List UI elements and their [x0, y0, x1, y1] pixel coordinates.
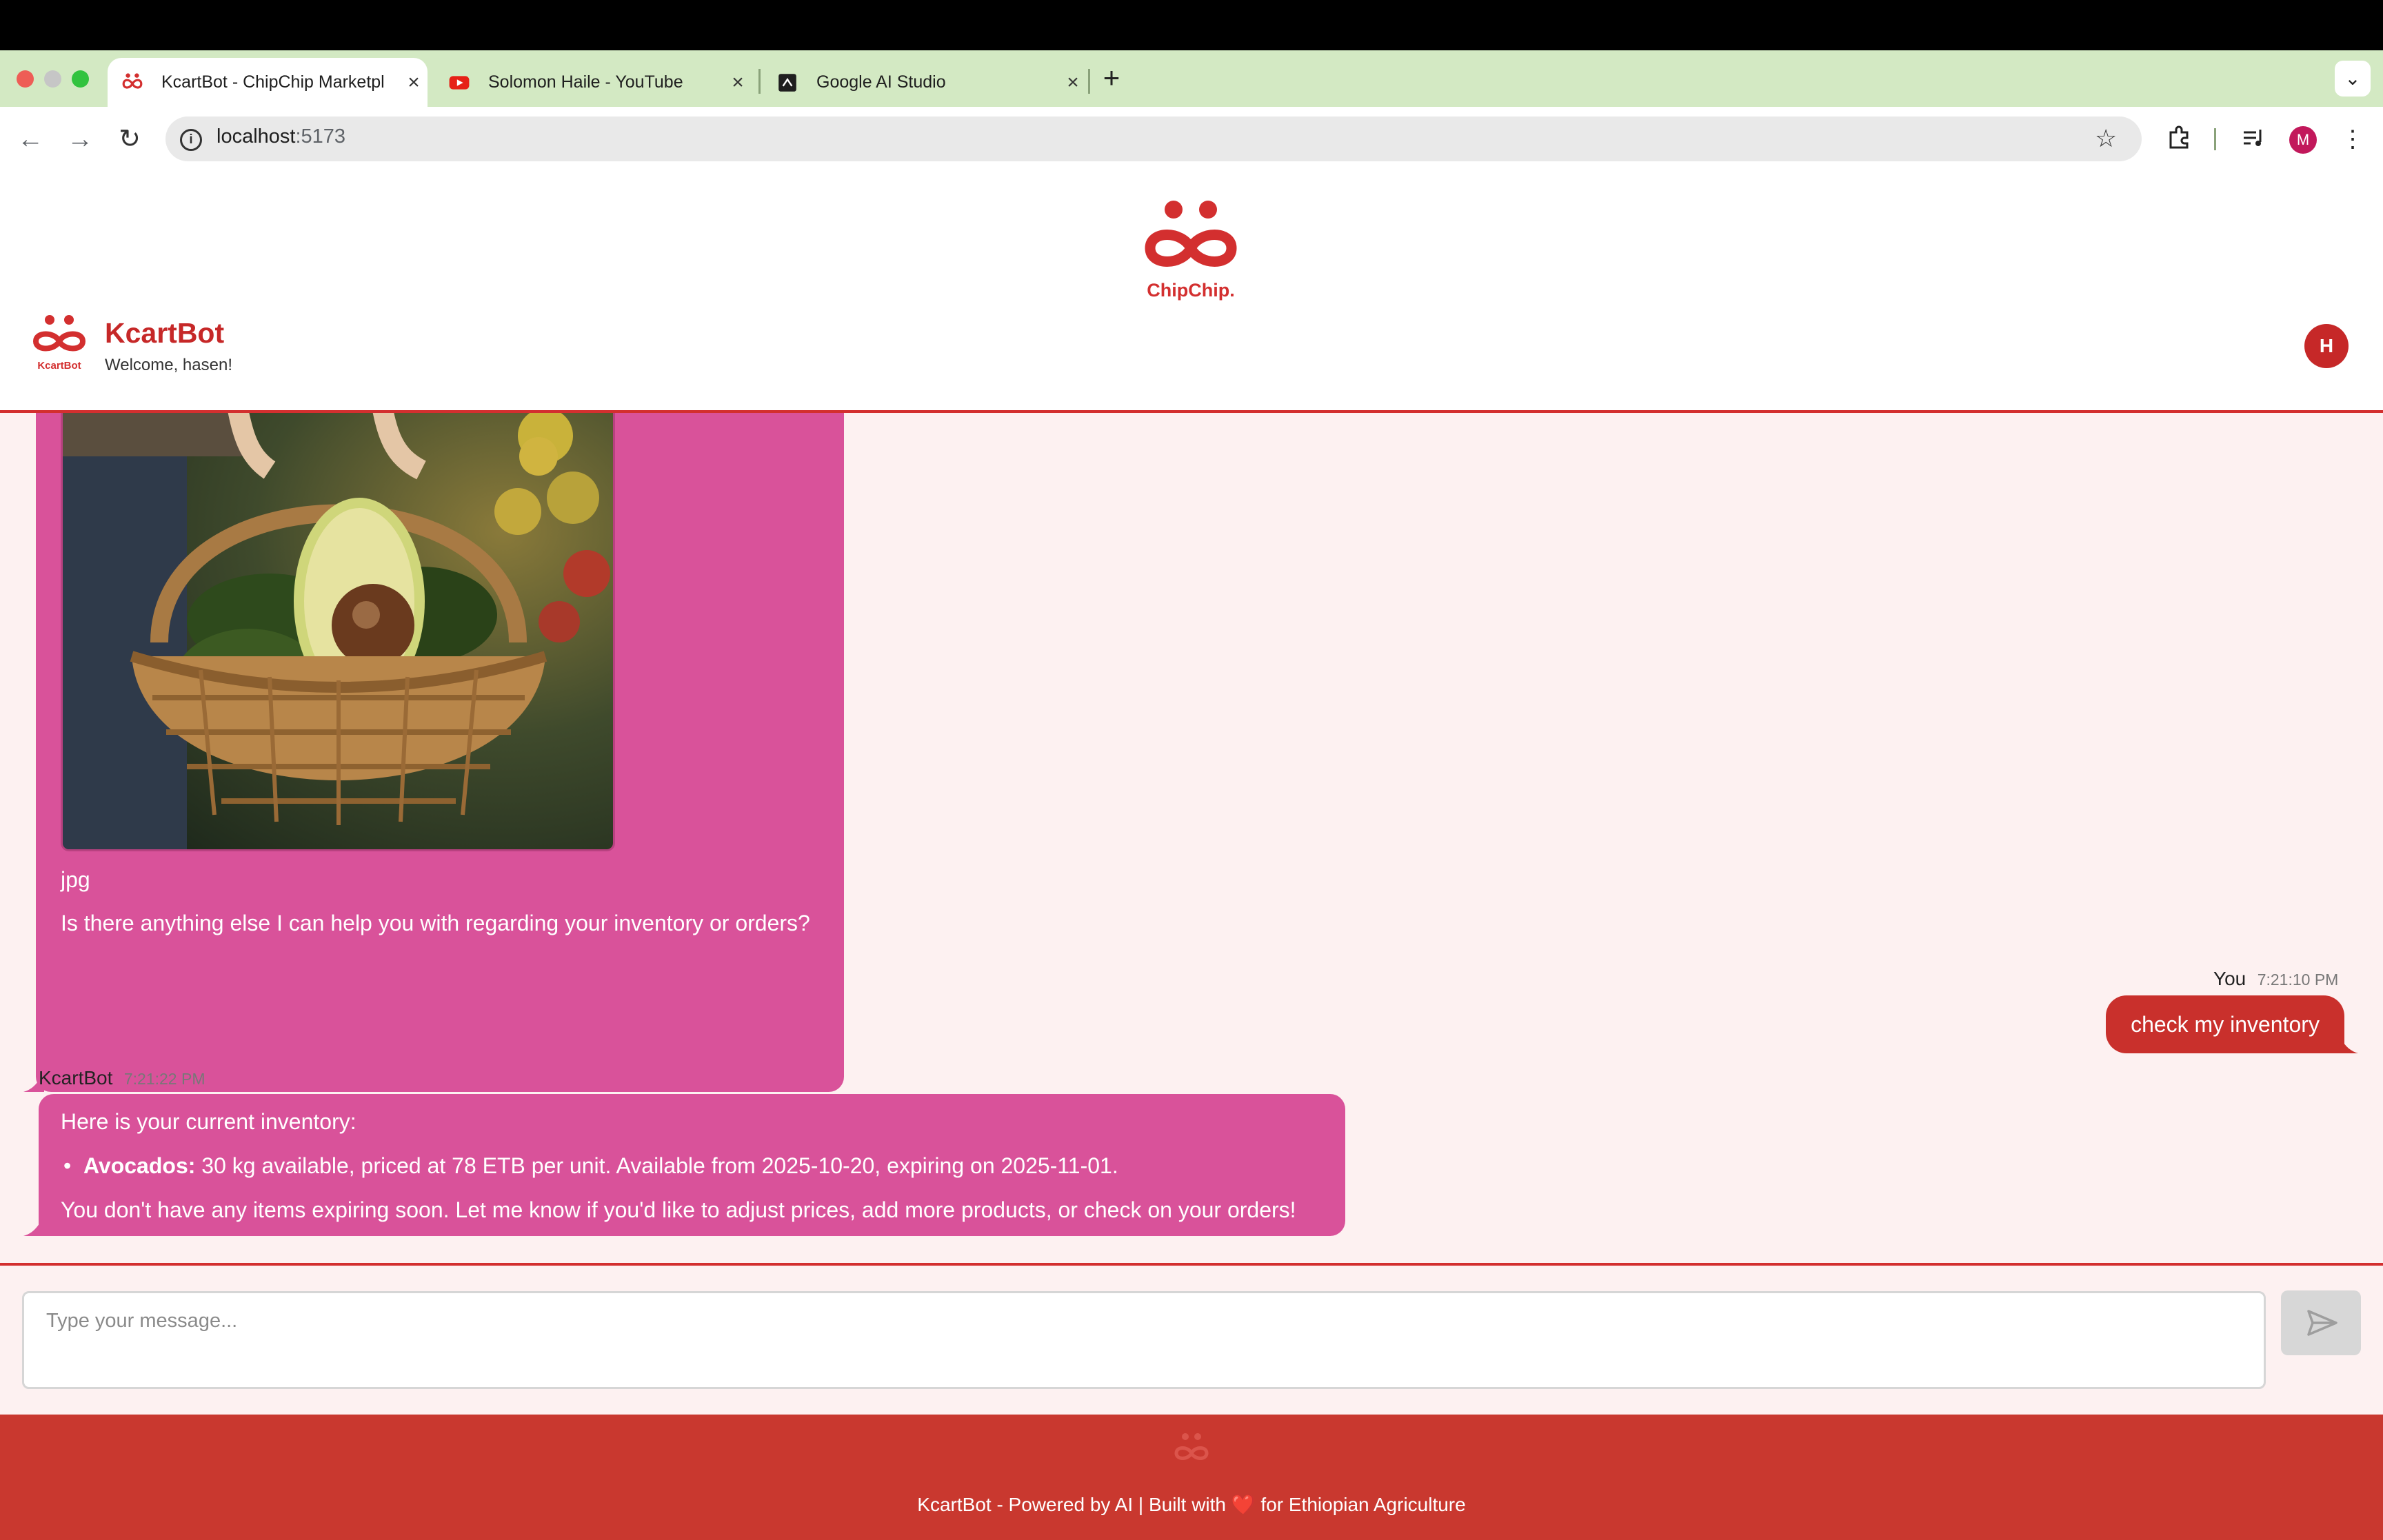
product-name: Avocados: [83, 1153, 196, 1178]
svg-text:ChipChip.: ChipChip. [1147, 280, 1234, 301]
youtube-favicon-icon [449, 75, 470, 90]
address-bar[interactable] [165, 116, 2142, 161]
message-input-box[interactable] [22, 1291, 2266, 1389]
browser-tab-kcartbot[interactable]: KcartBot - ChipChip Marketpl × [108, 58, 428, 107]
photo-graphic [63, 413, 613, 849]
tab-title: Google AI Studio [816, 72, 946, 92]
url-text[interactable]: localhost:5173 [217, 125, 345, 148]
tab-close-icon[interactable]: × [1059, 71, 1087, 94]
svg-text:KcartBot: KcartBot [37, 360, 81, 372]
forward-arrow-icon[interactable]: → [63, 123, 97, 156]
product-details: 30 kg available, priced at 78 ETB per un… [195, 1153, 1118, 1178]
message-caption: jpg [61, 867, 90, 892]
reload-icon[interactable]: ↻ [113, 123, 146, 156]
bot-message-bubble: Here is your current inventory: • Avocad… [23, 1094, 1345, 1236]
window-zoom-button[interactable] [72, 70, 89, 88]
welcome-text: Welcome, hasen! [105, 356, 232, 374]
inventory-closing: You don't have any items expiring soon. … [61, 1197, 1296, 1222]
send-button[interactable] [2281, 1290, 2361, 1355]
browser-tab-google-ai-studio[interactable]: Google AI Studio × [763, 58, 1087, 107]
inventory-intro: Here is your current inventory: [61, 1109, 356, 1134]
message-input[interactable] [24, 1293, 2264, 1387]
new-tab-button[interactable]: + [1096, 61, 1127, 95]
message-text: Is there anything else I can help you wi… [61, 911, 810, 935]
bot-message-header: KcartBot 7:21:22 PM [39, 1067, 205, 1089]
bubble-tail [23, 1215, 44, 1236]
message-text: check my inventory [2131, 1012, 2320, 1037]
bubble-tail [2337, 1033, 2358, 1053]
tab-title: KcartBot - ChipChip Marketpl [161, 72, 385, 92]
tab-divider [1088, 69, 1090, 94]
bot-message-bubble: jpg Is there anything else I can help yo… [23, 413, 844, 1092]
inventory-list-item: • Avocados: 30 kg available, priced at 7… [63, 1153, 1118, 1179]
chipchip-logo: ChipChip. [1145, 201, 1237, 301]
bullet: • [63, 1153, 83, 1178]
user-message-bubble: check my inventory [2106, 995, 2358, 1053]
footer-logo-icon [1174, 1433, 1209, 1460]
site-info-icon[interactable]: i [180, 129, 202, 151]
bookmark-star-icon[interactable]: ☆ [2095, 124, 2117, 153]
heart-icon: ❤️ [1231, 1494, 1256, 1515]
ai-studio-favicon-icon [778, 73, 796, 92]
avocado-basket-image[interactable] [61, 413, 615, 851]
send-paper-plane-icon [2307, 1310, 2337, 1336]
kcartbot-logo: KcartBot [32, 315, 86, 372]
browser-menu-kebab-icon[interactable]: ⋮ [2337, 124, 2368, 154]
footer-text: KcartBot - Powered by AI | Built with ❤️… [917, 1494, 1466, 1515]
back-arrow-icon[interactable]: ← [14, 123, 47, 156]
browser-tab-youtube[interactable]: Solomon Haile - YouTube × [434, 58, 752, 107]
chipchip-favicon-icon [122, 72, 143, 89]
browser-profile-avatar[interactable]: M [2289, 126, 2317, 154]
user-avatar[interactable]: H [2304, 324, 2349, 368]
tab-close-icon[interactable]: × [724, 71, 752, 94]
tab-title: Solomon Haile - YouTube [488, 72, 683, 92]
message-sender: KcartBot [39, 1067, 113, 1088]
message-sender: You [2213, 968, 2246, 989]
chat-messages-area[interactable]: jpg Is there anything else I can help yo… [0, 413, 2383, 1263]
app-title: KcartBot [105, 317, 225, 349]
tab-divider [758, 69, 761, 94]
toolbar-divider [2214, 128, 2216, 150]
window-minimize-button[interactable] [44, 70, 61, 88]
tab-search-chevron-icon[interactable]: ⌄ [2335, 61, 2371, 97]
user-message-header: You 7:21:10 PM [2213, 968, 2338, 990]
media-control-icon[interactable] [2238, 124, 2269, 154]
extensions-puzzle-icon[interactable] [2164, 124, 2194, 154]
message-timestamp: 7:21:10 PM [2257, 971, 2339, 989]
message-timestamp: 7:21:22 PM [123, 1070, 205, 1088]
tab-close-icon[interactable]: × [400, 71, 428, 94]
window-close-button[interactable] [17, 70, 34, 88]
